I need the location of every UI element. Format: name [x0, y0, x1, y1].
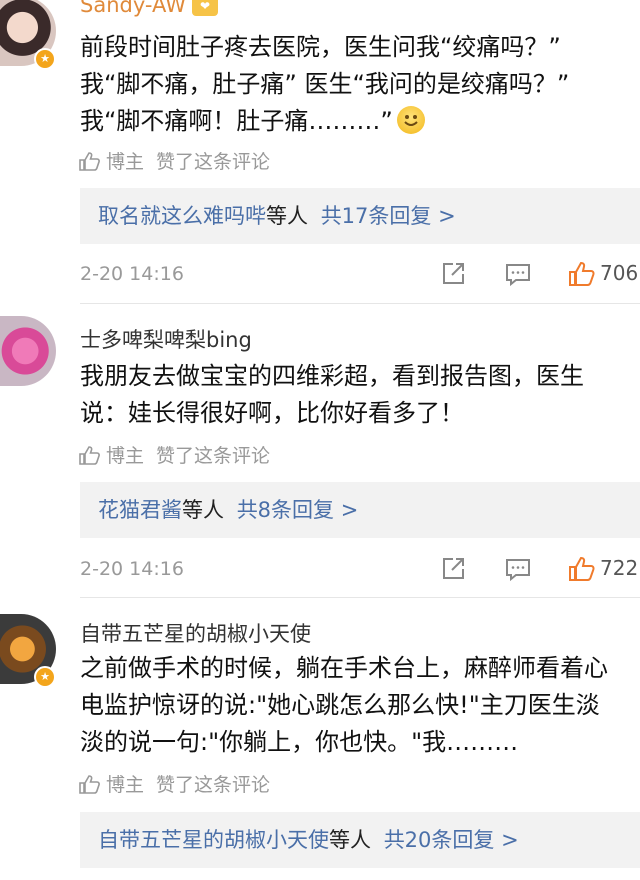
comment-text-line: 前段时间肚子疼去医院，医生问我“绞痛吗？” — [80, 33, 561, 61]
comment-icon[interactable] — [504, 260, 532, 288]
comment-footer: 2-20 14:16 706 — [0, 254, 640, 294]
username[interactable]: Sandy-AW ❤ — [80, 0, 218, 17]
comment-icon[interactable] — [504, 555, 532, 583]
reply-summary[interactable]: 花猫君酱等人 共8条回复 > — [80, 482, 640, 538]
verified-badge-icon: ★ — [34, 48, 56, 70]
reply-user-link[interactable]: 自带五芒星的胡椒小天使 — [98, 828, 329, 852]
thumb-up-icon — [79, 775, 100, 794]
like-count: 706 — [600, 261, 639, 285]
reply-suffix: 等人 — [329, 828, 371, 852]
author-liked-note: 博主 赞了这条评论 — [78, 441, 270, 468]
reply-user-link[interactable]: 取名就这么难吗哔 — [98, 204, 266, 228]
comment-text-line: 电监护惊讶的说:"她心跳怎么那么快!"主刀医生淡 — [80, 691, 600, 719]
comment-text-line: 我“脚不痛啊！肚子痛………” — [80, 107, 393, 135]
comment-date: 2-20 14:16 — [80, 558, 184, 580]
reply-count-link[interactable]: 共8条回复 > — [237, 498, 359, 522]
comment-text-line: 我朋友去做宝宝的四维彩超，看到报告图，医生 — [80, 362, 584, 390]
reply-suffix: 等人 — [266, 204, 308, 228]
reply-summary[interactable]: 自带五芒星的胡椒小天使等人 共20条回复 > — [80, 812, 640, 868]
comment-text: 之前做手术的时候，躺在手术台上，麻醉师看着心 电监护惊讶的说:"她心跳怎么那么快… — [80, 650, 630, 761]
thumb-up-icon — [79, 446, 100, 465]
like-icon[interactable] — [567, 260, 595, 288]
bozhu-label: 博主 — [106, 774, 145, 796]
reply-suffix: 等人 — [182, 498, 224, 522]
share-icon[interactable] — [439, 260, 467, 288]
reply-count-link[interactable]: 共20条回复 > — [384, 828, 519, 852]
liked-text: 赞了这条评论 — [156, 445, 271, 467]
thumb-up-icon — [79, 152, 100, 171]
comment-footer: 2-20 14:16 722 — [0, 549, 640, 589]
share-icon[interactable] — [439, 555, 467, 583]
comment-text-line: 之前做手术的时候，躺在手术台上，麻醉师看着心 — [80, 654, 608, 682]
bozhu-label: 博主 — [106, 151, 145, 173]
author-liked-note: 博主 赞了这条评论 — [78, 147, 270, 174]
like-count: 722 — [600, 556, 639, 580]
comment-divider — [80, 303, 640, 304]
comment-text: 前段时间肚子疼去医院，医生问我“绞痛吗？” 我“脚不痛，肚子痛” 医生“我问的是… — [80, 29, 630, 140]
reply-count-link[interactable]: 共17条回复 > — [321, 204, 456, 228]
reply-summary[interactable]: 取名就这么难吗哔等人 共17条回复 > — [80, 188, 640, 244]
liked-text: 赞了这条评论 — [156, 774, 271, 796]
comment-divider — [80, 597, 640, 598]
bozhu-label: 博主 — [106, 445, 145, 467]
reply-user-link[interactable]: 花猫君酱 — [98, 498, 182, 522]
username[interactable]: 自带五芒星的胡椒小天使 — [80, 618, 311, 648]
vip-badge-icon: ❤ — [192, 0, 218, 16]
username[interactable]: 士多啤梨啤梨bing — [80, 324, 252, 354]
like-icon[interactable] — [567, 555, 595, 583]
comment-text-line: 我“脚不痛，肚子痛” 医生“我问的是绞痛吗？” — [80, 70, 570, 98]
comment-text-line: 说：娃长得很好啊，比你好看多了！ — [80, 399, 464, 427]
comment-text: 我朋友去做宝宝的四维彩超，看到报告图，医生 说：娃长得很好啊，比你好看多了！ — [80, 358, 630, 432]
liked-text: 赞了这条评论 — [156, 151, 271, 173]
comment-text-line: 淡的说一句:"你躺上，你也快。"我……… — [80, 728, 519, 756]
author-liked-note: 博主 赞了这条评论 — [78, 770, 270, 797]
comment-date: 2-20 14:16 — [80, 263, 184, 285]
avatar[interactable] — [0, 316, 56, 386]
verified-badge-icon: ★ — [34, 666, 56, 688]
username-text[interactable]: Sandy-AW — [80, 0, 186, 17]
emoji-smile-icon — [396, 106, 425, 134]
